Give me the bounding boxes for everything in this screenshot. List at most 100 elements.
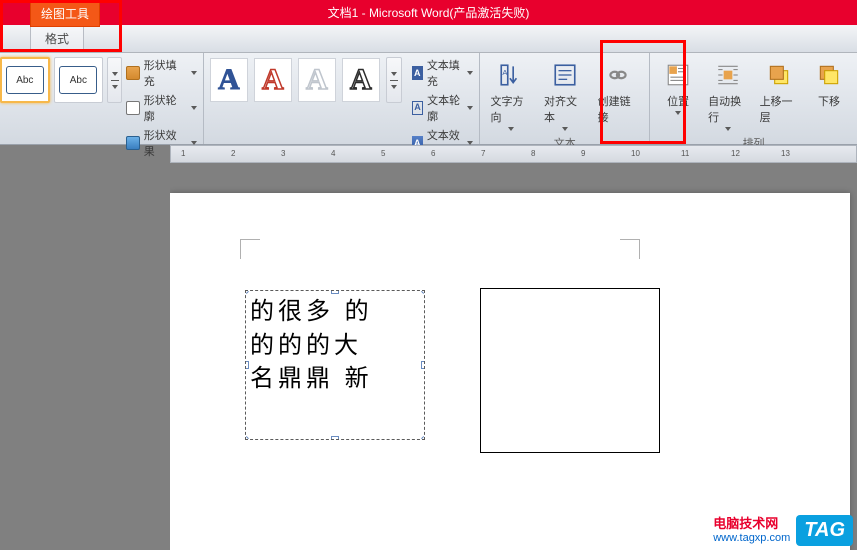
shape-outline-label: 形状轮廓 (144, 92, 185, 124)
drawing-tools-tab[interactable]: 绘图工具 (30, 0, 100, 27)
shape-fill-label: 形状填充 (144, 57, 185, 89)
align-text-icon (549, 59, 581, 91)
group-label (0, 159, 197, 175)
shape-style-2[interactable]: Abc (54, 57, 104, 103)
text-outline-button[interactable]: A 文本轮廓 (412, 92, 474, 124)
resize-handle-r[interactable] (421, 361, 425, 369)
align-text-button[interactable]: 对齐文本 (540, 57, 590, 133)
watermark-line2: www.tagxp.com (713, 532, 790, 545)
watermark-line1: 电脑技术网 (713, 516, 790, 532)
position-icon (662, 59, 694, 91)
horizontal-ruler[interactable]: // ruler drawn after populate to keep te… (170, 145, 857, 163)
ruler-number: 10 (631, 149, 640, 158)
divider-icon (390, 80, 398, 81)
chevron-down-icon (508, 127, 514, 131)
ruler-number: 6 (431, 149, 435, 158)
text-outline-label: 文本轮廓 (427, 92, 461, 124)
resize-handle-bl[interactable] (245, 436, 249, 440)
ruler-number: 11 (681, 149, 689, 158)
ruler-number: 8 (531, 149, 535, 158)
send-backward-icon (813, 59, 845, 91)
textbox-line: 名鼎鼎 新 (250, 362, 420, 396)
resize-handle-l[interactable] (245, 361, 249, 369)
ruler-number: 3 (281, 149, 285, 158)
resize-handle-tr[interactable] (421, 290, 425, 294)
resize-handle-tl[interactable] (245, 290, 249, 294)
resize-handle-b[interactable] (331, 436, 339, 440)
ruler-number: 9 (581, 149, 585, 158)
text-direction-icon: A (495, 59, 527, 91)
wrap-text-button[interactable]: 自动换行 (704, 57, 751, 133)
abc-preview: Abc (6, 66, 44, 94)
chevron-down-icon (112, 85, 118, 89)
link-icon (602, 59, 634, 91)
resize-handle-br[interactable] (421, 436, 425, 440)
chevron-down-icon (191, 71, 197, 75)
text-group: A 文字方向 对齐文本 创建链接 文本 (480, 53, 650, 144)
chevron-down-icon (675, 111, 681, 115)
textbox-selected[interactable]: 的很多 的 的的的大 名鼎鼎 新 (245, 290, 425, 440)
text-direction-label: 文字方向 (490, 93, 532, 125)
create-link-button[interactable]: 创建链接 (594, 57, 644, 127)
wordart-style-3[interactable]: A (298, 58, 336, 102)
page[interactable]: 的很多 的 的的的大 名鼎鼎 新 (170, 193, 850, 550)
position-button[interactable]: 位置 (656, 57, 700, 117)
create-link-label: 创建链接 (598, 93, 640, 125)
arrange-group: 位置 自动换行 上移一层 下移 排列 (650, 53, 857, 144)
shape-style-1[interactable]: Abc (0, 57, 50, 103)
fill-icon (126, 66, 139, 80)
textbox-line: 的的的大 (250, 329, 420, 363)
wordart-gallery: A A A A (210, 57, 402, 103)
watermark-text: 电脑技术网 www.tagxp.com (713, 516, 790, 545)
ruler-number: 13 (781, 149, 790, 158)
chevron-down-icon (725, 127, 731, 131)
bring-forward-label: 上移一层 (760, 93, 799, 125)
text-outline-icon: A (412, 101, 423, 115)
ruler-number: 1 (181, 149, 185, 158)
chevron-down-icon (391, 85, 397, 89)
margin-mark-tr (620, 239, 640, 259)
position-label: 位置 (667, 93, 689, 109)
wordart-style-1[interactable]: A (210, 58, 248, 102)
shape-styles-dropdown[interactable] (107, 57, 122, 103)
divider-icon (111, 80, 119, 81)
resize-handle-t[interactable] (331, 290, 339, 294)
text-fill-label: 文本填充 (427, 57, 462, 89)
wordart-style-4[interactable]: A (342, 58, 380, 102)
empty-textbox[interactable] (480, 288, 660, 453)
chevron-down-icon (467, 106, 473, 110)
bring-forward-button[interactable]: 上移一层 (756, 57, 803, 127)
send-backward-button[interactable]: 下移 (807, 57, 851, 111)
document-area: 的很多 的 的的的大 名鼎鼎 新 (170, 163, 857, 550)
menu-row: 格式 (0, 25, 857, 53)
shape-styles-group: Abc Abc 形状填充 形状轮廓 形状效果 (0, 53, 204, 144)
text-fill-button[interactable]: A 文本填充 (412, 57, 474, 89)
tab-format[interactable]: 格式 (30, 24, 84, 52)
ribbon: Abc Abc 形状填充 形状轮廓 形状效果 A A A A (0, 53, 857, 145)
shape-fill-button[interactable]: 形状填充 (126, 57, 196, 89)
watermark: 电脑技术网 www.tagxp.com TAG (713, 515, 853, 546)
bring-forward-icon (763, 59, 795, 91)
wordart-dropdown[interactable] (386, 57, 402, 103)
chevron-down-icon (467, 71, 473, 75)
ruler-number: 2 (231, 149, 235, 158)
window-title: 文档1 - Microsoft Word(产品激活失败) (328, 4, 530, 21)
chevron-down-icon (191, 106, 197, 110)
shape-options: 形状填充 形状轮廓 形状效果 (126, 57, 196, 159)
chevron-down-icon (391, 72, 397, 76)
abc-preview: Abc (59, 66, 97, 94)
wordart-style-2[interactable]: A (254, 58, 292, 102)
text-fill-icon: A (412, 66, 423, 80)
effects-icon (126, 136, 139, 150)
ruler-number: 4 (331, 149, 335, 158)
ruler-number: 7 (481, 149, 485, 158)
send-backward-label: 下移 (818, 93, 840, 109)
margin-mark-tl (240, 239, 260, 259)
ruler-number: 12 (731, 149, 740, 158)
shape-outline-button[interactable]: 形状轮廓 (126, 92, 196, 124)
title-bar: 绘图工具 文档1 - Microsoft Word(产品激活失败) (0, 0, 857, 25)
text-direction-button[interactable]: A 文字方向 (486, 57, 536, 133)
wrap-label: 自动换行 (708, 93, 747, 125)
text-options: A文本填充 A文本轮廓 A文本效果 (412, 57, 474, 159)
tag-badge: TAG (796, 515, 853, 546)
